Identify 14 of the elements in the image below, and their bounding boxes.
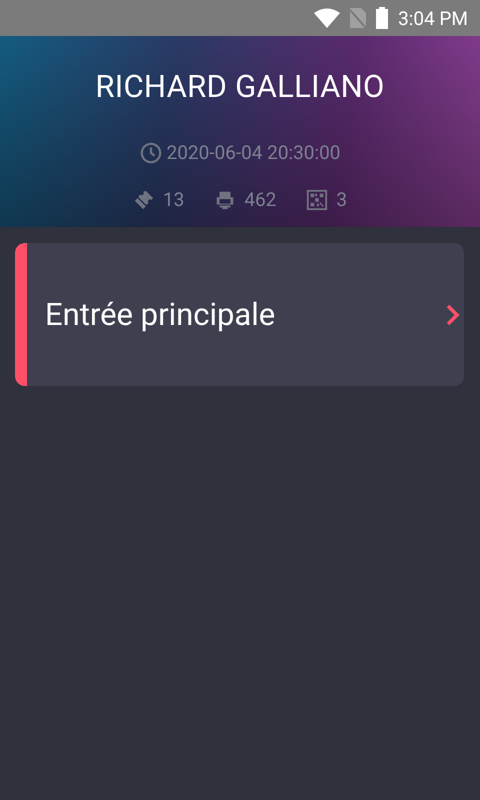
- event-datetime: 2020-06-04 20:30:00: [166, 141, 340, 164]
- battery-icon: [376, 7, 388, 29]
- stat-count: 13: [162, 188, 184, 211]
- ticket-icon: [132, 188, 155, 210]
- chevron-right-icon: [446, 302, 460, 326]
- wifi-icon: [314, 8, 340, 28]
- stat-count: 462: [244, 188, 276, 211]
- entrance-item[interactable]: Entrée principale: [15, 243, 464, 386]
- status-time: 3:04 PM: [398, 6, 468, 30]
- stat-count: 3: [336, 188, 348, 211]
- no-sim-icon: [350, 8, 366, 28]
- clock-icon: [140, 142, 162, 164]
- qr-code-icon: [306, 188, 328, 210]
- event-title: RICHARD GALLIANO: [95, 68, 385, 105]
